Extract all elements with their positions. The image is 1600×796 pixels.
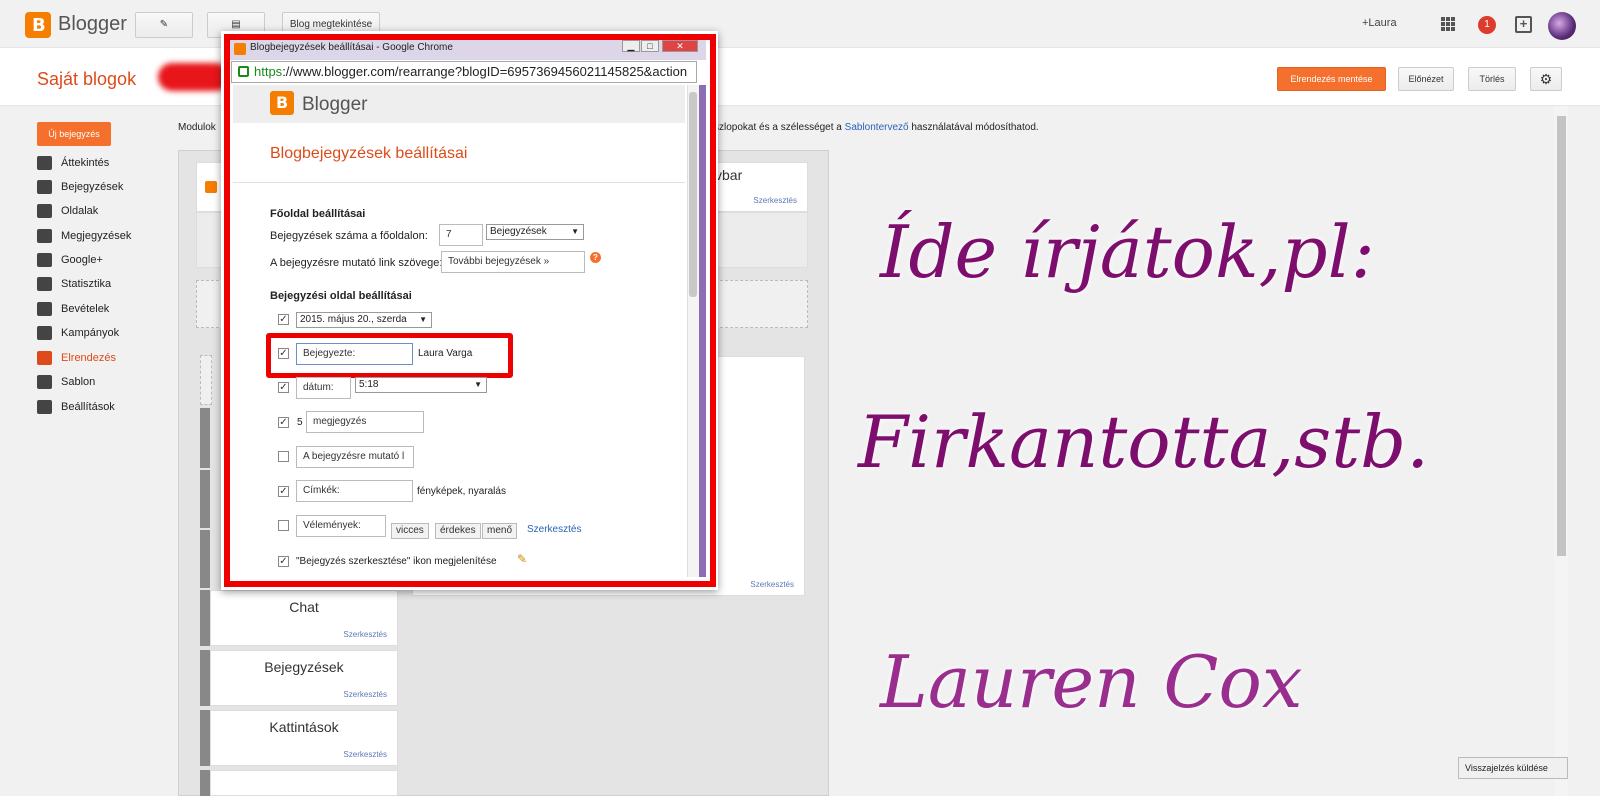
save-layout-button[interactable]: Elrendezés mentése: [1277, 67, 1386, 91]
drag-handle[interactable]: [200, 650, 210, 706]
gadget-chat[interactable]: Chat Szerkesztés: [210, 590, 398, 646]
new-post-pencil-button[interactable]: ✎: [135, 12, 193, 38]
layout-icon: [37, 351, 52, 365]
sidebar-item-label: Megjegyzések: [61, 230, 132, 242]
drag-handle[interactable]: [200, 590, 210, 646]
notification-badge[interactable]: 1: [1478, 16, 1496, 34]
user-link[interactable]: +Laura: [1362, 17, 1397, 29]
overlay-text-line1: Íde írjátok,pl:: [880, 210, 1375, 294]
drag-handle[interactable]: [200, 470, 210, 528]
sidebar-item-label: Bevételek: [61, 303, 110, 315]
gadget-title: Chat: [289, 599, 319, 615]
sidebar-item-overview[interactable]: Áttekintés: [37, 154, 109, 172]
page-scroll-thumb[interactable]: [1557, 116, 1566, 556]
avatar[interactable]: [1548, 12, 1576, 40]
sidebar-item-settings[interactable]: Beállítások: [37, 398, 115, 416]
home-icon: [37, 156, 52, 170]
redaction-scribble: [158, 63, 230, 91]
preview-button[interactable]: Előnézet: [1398, 67, 1454, 91]
sidebar-item-label: Statisztika: [61, 278, 112, 290]
sidebar-item-comments[interactable]: Megjegyzések: [37, 227, 131, 245]
sidebar-item-label: Áttekintés: [61, 157, 110, 169]
gadget-title: Bejegyzések: [264, 659, 344, 675]
gadget-clicks[interactable]: Kattintások Szerkesztés: [210, 710, 398, 766]
gadget-partial[interactable]: [210, 770, 398, 796]
share-add-icon[interactable]: +: [1515, 16, 1532, 33]
sidebar-item-label: Sablon: [61, 376, 96, 388]
blogger-logo-icon[interactable]: B: [25, 12, 51, 38]
sidebar-item-layout[interactable]: Elrendezés: [37, 349, 116, 367]
send-feedback-button[interactable]: Visszajelzés küldése: [1458, 757, 1568, 779]
pencil-icon: ✎: [159, 19, 169, 30]
sidebar-item-pages[interactable]: Oldalak: [37, 202, 98, 220]
paint-roller-icon: [37, 375, 52, 389]
stats-icon: [37, 277, 52, 291]
drag-handle[interactable]: [200, 408, 210, 468]
add-gadget-area[interactable]: [200, 355, 212, 405]
wrench-icon: [37, 400, 52, 414]
comments-icon: [37, 229, 52, 243]
gadget-posts[interactable]: Bejegyzések Szerkesztés: [210, 650, 398, 706]
posts-icon: [37, 180, 52, 194]
posts-icon: ▤: [231, 19, 241, 30]
drag-handle[interactable]: [200, 770, 210, 796]
sidebar-item-campaigns[interactable]: Kampányok: [37, 324, 119, 342]
sidebar-item-label: Elrendezés: [61, 352, 117, 364]
edit-link[interactable]: Szerkesztés: [750, 580, 794, 589]
edit-link[interactable]: Szerkesztés: [753, 196, 797, 205]
navbar-title: vbar: [715, 167, 743, 183]
gadget-title: Kattintások: [269, 719, 339, 735]
overlay-signature: Lauren Cox: [880, 640, 1303, 724]
apps-grid-icon[interactable]: [1441, 17, 1455, 31]
blogger-logo-icon: [205, 181, 217, 193]
gear-icon: ⚙: [1539, 71, 1553, 87]
new-post-button[interactable]: Új bejegyzés: [37, 122, 111, 146]
drag-handle[interactable]: [200, 710, 210, 766]
overlay-text-line2: Firkantotta,stb.: [858, 400, 1430, 484]
sidebar-item-label: Kampányok: [61, 327, 120, 339]
trophy-icon: [37, 302, 52, 316]
edit-link[interactable]: Szerkesztés: [343, 630, 387, 639]
sidebar-item-template[interactable]: Sablon: [37, 373, 95, 391]
drag-handle[interactable]: [200, 530, 210, 588]
sidebar-item-label: Bejegyzések: [61, 181, 124, 193]
template-designer-link[interactable]: Sablontervező: [845, 122, 909, 133]
sidebar-item-google-plus[interactable]: Google+: [37, 251, 103, 269]
page-title[interactable]: Saját blogok: [37, 69, 136, 90]
sidebar-item-label: Oldalak: [61, 205, 99, 217]
google-plus-icon: [37, 253, 52, 267]
settings-button[interactable]: ⚙: [1530, 67, 1562, 91]
highlight-frame: [224, 34, 716, 587]
sidebar-item-earnings[interactable]: Bevételek: [37, 300, 109, 318]
sidebar-item-label: Beállítások: [61, 401, 115, 413]
sidebar-item-posts[interactable]: Bejegyzések: [37, 178, 123, 196]
pages-icon: [37, 204, 52, 218]
info-text-end: használatával módosíthatod.: [908, 122, 1039, 133]
edit-link[interactable]: Szerkesztés: [343, 750, 387, 759]
sidebar-item-stats[interactable]: Statisztika: [37, 275, 111, 293]
clear-button[interactable]: Törlés: [1468, 67, 1516, 91]
sidebar-item-label: Google+: [61, 254, 103, 266]
info-text-start: Modulok: [178, 122, 216, 133]
edit-link[interactable]: Szerkesztés: [343, 690, 387, 699]
brand-name: Blogger: [58, 13, 127, 35]
adwords-icon: [37, 326, 52, 340]
